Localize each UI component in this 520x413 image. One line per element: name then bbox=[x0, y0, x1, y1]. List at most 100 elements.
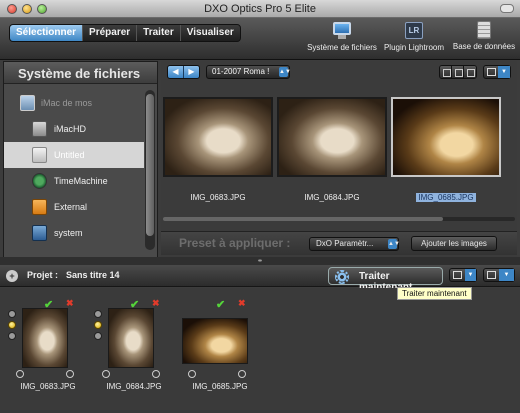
rotate-right-icon[interactable] bbox=[152, 370, 160, 378]
process-now-button[interactable]: Traiter maintenant bbox=[328, 267, 443, 293]
filesystem-tree: iMac de mos iMacHD Untitled TimeMachine … bbox=[4, 90, 144, 246]
time-machine-icon bbox=[32, 173, 47, 189]
scrollbar-thumb[interactable] bbox=[146, 94, 154, 236]
thumbnail-filename: IMG_0685.JPG bbox=[416, 193, 476, 202]
database-button[interactable]: Base de données bbox=[450, 21, 518, 51]
check-icon[interactable]: ✔ bbox=[130, 298, 139, 311]
thumbnail-grid: IMG_0683.JPG IMG_0684.JPG IMG_0685.JPG bbox=[161, 97, 517, 219]
project-filmstrip: ✔ ✖ IMG_0683.JPG ✔ ✖ IMG_0684.JPG ✔ ✖ IM… bbox=[0, 288, 520, 413]
image-browser: ◀ ▶ 01-2007 Roma ! ▲▼ ▼ IMG_0683.JPG IMG… bbox=[161, 61, 517, 257]
status-dots bbox=[94, 310, 106, 343]
tree-item-label: iMacHD bbox=[54, 124, 87, 134]
filesystem-panel-title: Système de fichiers bbox=[4, 62, 157, 84]
hard-drive-icon bbox=[32, 147, 47, 163]
tab-select[interactable]: Sélectionner bbox=[10, 25, 84, 41]
tree-item-untitled[interactable]: Untitled bbox=[4, 142, 144, 168]
folder-select[interactable]: 01-2007 Roma ! ▲▼ bbox=[206, 65, 291, 79]
add-images-button[interactable]: Ajouter les images bbox=[411, 236, 497, 251]
display-icon bbox=[450, 269, 465, 281]
chevron-down-icon: ▼ bbox=[498, 66, 510, 78]
splitter-handle-icon[interactable] bbox=[256, 258, 264, 263]
check-icon[interactable]: ✔ bbox=[216, 298, 225, 311]
back-arrow-icon[interactable]: ◀ bbox=[168, 66, 184, 78]
tab-prepare[interactable]: Préparer bbox=[83, 25, 138, 41]
remove-icon[interactable]: ✖ bbox=[66, 298, 74, 309]
preset-label: Preset à appliquer : bbox=[179, 236, 291, 250]
project-item[interactable]: ✔ ✖ IMG_0685.JPG bbox=[180, 296, 260, 396]
title-bar: DXO Optics Pro 5 Elite bbox=[0, 0, 520, 18]
chevron-down-icon: ▲▼ bbox=[279, 67, 291, 77]
external-drive-icon bbox=[32, 199, 47, 215]
lightroom-label: Plugin Lightroom bbox=[383, 43, 445, 52]
workflow-tabs: Sélectionner Préparer Traiter Visualiser bbox=[9, 24, 241, 42]
tree-item-imac[interactable]: iMac de mos bbox=[4, 90, 144, 116]
tree-item-label: Untitled bbox=[54, 150, 85, 160]
add-project-icon[interactable]: + bbox=[6, 270, 18, 282]
thumbnail-scrollbar[interactable] bbox=[163, 217, 515, 221]
filesystem-scrollbar[interactable] bbox=[145, 90, 155, 250]
tree-item-external[interactable]: External bbox=[4, 194, 144, 220]
monitor-icon bbox=[333, 22, 351, 41]
rotate-left-icon[interactable] bbox=[102, 370, 110, 378]
preset-select[interactable]: DxO Paramètr... ▲▼ bbox=[309, 237, 400, 251]
list-view-icon[interactable] bbox=[452, 66, 464, 78]
project-view-button[interactable]: ▼ bbox=[449, 268, 477, 282]
tree-item-system[interactable]: system bbox=[4, 220, 144, 246]
thumbnail-filename: IMG_0683.JPG bbox=[190, 193, 246, 202]
check-icon[interactable]: ✔ bbox=[44, 298, 53, 311]
filesystem-button[interactable]: Système de fichiers bbox=[305, 21, 379, 52]
chevron-down-icon: ▲▼ bbox=[388, 239, 400, 249]
database-icon bbox=[475, 21, 493, 40]
status-dots bbox=[8, 310, 20, 343]
lightroom-plugin-button[interactable]: LR Plugin Lightroom bbox=[381, 21, 447, 52]
folder-select-value: 01-2007 Roma ! bbox=[212, 67, 270, 76]
lightroom-badge: LR bbox=[405, 22, 423, 39]
thumbnail-image bbox=[163, 97, 273, 177]
display-icon bbox=[484, 66, 498, 78]
display-icon bbox=[484, 269, 499, 281]
thumbnail[interactable]: IMG_0683.JPG bbox=[163, 97, 273, 202]
hard-drive-icon bbox=[32, 121, 47, 137]
gears-icon bbox=[335, 270, 349, 284]
rotate-right-icon[interactable] bbox=[238, 370, 246, 378]
project-label: Projet : bbox=[27, 270, 59, 280]
rotate-left-icon[interactable] bbox=[16, 370, 24, 378]
tree-item-label: iMac de mos bbox=[41, 98, 93, 108]
project-name: Sans titre 14 bbox=[66, 270, 120, 280]
tree-item-label: system bbox=[54, 228, 83, 238]
rotate-right-icon[interactable] bbox=[66, 370, 74, 378]
panel-splitter[interactable] bbox=[0, 257, 520, 265]
display-options-button[interactable]: ▼ bbox=[483, 65, 511, 79]
filesystem-panel: Système de fichiers iMac de mos iMacHD U… bbox=[3, 61, 158, 261]
project-bar: + Projet : Sans titre 14 Traiter mainten… bbox=[0, 265, 520, 293]
rotate-left-icon[interactable] bbox=[188, 370, 196, 378]
view-mode-buttons bbox=[439, 65, 477, 79]
tab-view[interactable]: Visualiser bbox=[180, 25, 240, 41]
project-item[interactable]: ✔ ✖ IMG_0684.JPG bbox=[94, 296, 174, 396]
project-item-filename: IMG_0683.JPG bbox=[20, 382, 76, 391]
main-toolbar: Sélectionner Préparer Traiter Visualiser… bbox=[0, 18, 520, 60]
grid-view-icon[interactable] bbox=[440, 66, 452, 78]
tree-item-imachd[interactable]: iMacHD bbox=[4, 116, 144, 142]
project-thumbnail bbox=[108, 308, 154, 368]
thumbnail-image bbox=[391, 97, 501, 177]
project-thumbnail bbox=[182, 318, 248, 364]
thumbnail[interactable]: IMG_0684.JPG bbox=[277, 97, 387, 202]
chevron-down-icon: ▼ bbox=[465, 269, 476, 281]
tree-item-timemachine[interactable]: TimeMachine bbox=[4, 168, 144, 194]
thumbnail-image bbox=[277, 97, 387, 177]
tab-process[interactable]: Traiter bbox=[137, 25, 181, 41]
tooltip: Traiter maintenant bbox=[397, 287, 472, 300]
remove-icon[interactable]: ✖ bbox=[238, 298, 246, 309]
thumbnail-selected[interactable]: IMG_0685.JPG bbox=[391, 97, 501, 202]
toolbar-toggle-icon[interactable] bbox=[500, 4, 514, 13]
project-item[interactable]: ✔ ✖ IMG_0683.JPG bbox=[8, 296, 88, 396]
chevron-down-icon: ▼ bbox=[499, 269, 514, 281]
remove-icon[interactable]: ✖ bbox=[152, 298, 160, 309]
forward-arrow-icon[interactable]: ▶ bbox=[184, 66, 199, 78]
preset-select-value: DxO Paramètr... bbox=[316, 239, 374, 248]
project-thumbnail bbox=[22, 308, 68, 368]
detail-view-icon[interactable] bbox=[464, 66, 476, 78]
system-drive-icon bbox=[32, 225, 47, 241]
project-options-button[interactable]: ▼ bbox=[483, 268, 515, 282]
